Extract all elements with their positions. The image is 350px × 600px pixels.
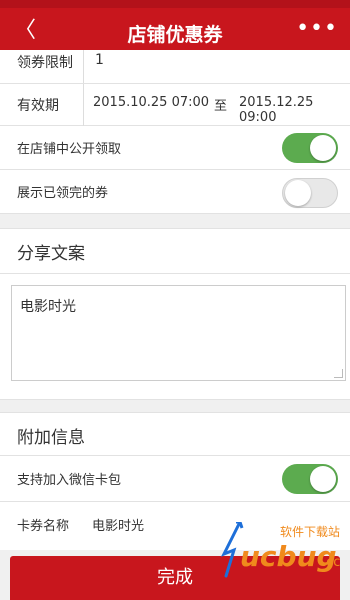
wechat-row: 支持加入微信卡包: [0, 456, 350, 502]
share-text-value: 电影时光: [20, 299, 76, 315]
extra-section: 附加信息: [0, 412, 350, 456]
divider: [83, 50, 84, 83]
app-bar: 〈 店铺优惠券 •••: [0, 8, 350, 56]
validity-to: 至: [214, 99, 228, 114]
share-section: 分享文案 电影时光: [0, 228, 350, 400]
toggle-knob: [285, 180, 311, 206]
status-bar: [0, 0, 350, 8]
watermark-domain: .cc: [322, 555, 340, 570]
extra-section-title: 附加信息: [17, 428, 85, 448]
watermark-logo: 软件下载站 ucbug .cc: [220, 522, 340, 578]
limit-value[interactable]: 1: [95, 52, 104, 68]
toggle-knob: [310, 466, 336, 492]
public-claim-toggle[interactable]: [282, 133, 338, 163]
show-used-toggle[interactable]: [282, 178, 338, 208]
more-dots-icon[interactable]: •••: [296, 16, 338, 41]
toggle-knob: [310, 135, 336, 161]
share-text-input[interactable]: 电影时光: [11, 285, 346, 381]
watermark-caption: 软件下载站: [280, 525, 340, 539]
public-claim-row: 在店铺中公开领取: [0, 126, 350, 170]
limit-row[interactable]: 领券限制 1: [0, 50, 350, 84]
show-used-label: 展示已领完的券: [17, 186, 109, 201]
divider: [0, 273, 350, 274]
wechat-toggle[interactable]: [282, 464, 338, 494]
wechat-label: 支持加入微信卡包: [17, 473, 122, 488]
resize-grip-icon: [334, 369, 343, 378]
card-name-label: 卡券名称: [17, 519, 70, 534]
public-claim-label: 在店铺中公开领取: [17, 142, 122, 157]
show-used-row: 展示已领完的券: [0, 170, 350, 214]
validity-label: 有效期: [17, 98, 59, 114]
card-name-value[interactable]: 电影时光: [92, 515, 144, 534]
share-section-title: 分享文案: [17, 244, 85, 264]
arrow-icon: [220, 522, 242, 578]
validity-row[interactable]: 有效期 2015.10.25 07:00 至 2015.12.25 09:00: [0, 84, 350, 126]
validity-end[interactable]: 2015.12.25 09:00: [239, 95, 350, 125]
validity-start[interactable]: 2015.10.25 07:00: [93, 95, 209, 110]
divider: [83, 84, 84, 126]
limit-label: 领券限制: [17, 55, 73, 71]
